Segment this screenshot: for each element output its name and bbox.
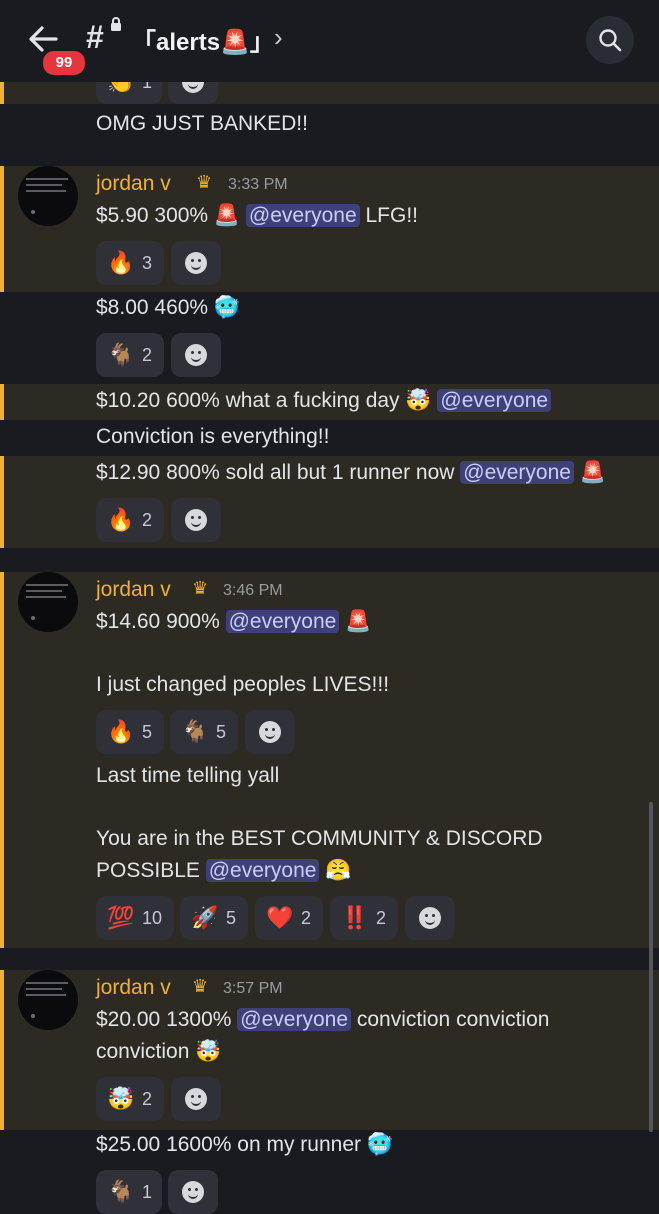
message-text: $14.60 900% @everyone 🚨 [96, 610, 372, 633]
reaction-emoji: ❤️ [266, 905, 294, 930]
channel-hash-icon: # [86, 19, 104, 55]
mention-everyone[interactable]: @everyone [437, 389, 552, 412]
reaction-button[interactable]: 🐐 1 [96, 1170, 162, 1214]
add-reaction-icon [185, 1088, 207, 1110]
reaction-emoji: 🔥 [107, 250, 135, 275]
reaction-button[interactable]: 🤯 2 [96, 1077, 164, 1121]
channel-header: 99 # 「alerts🚨」 › [0, 0, 659, 82]
reaction-button[interactable]: 🐐 2 [96, 333, 164, 377]
add-reaction-button[interactable] [171, 498, 221, 542]
crown-icon: ♛ [196, 172, 213, 192]
add-reaction-icon [185, 252, 207, 274]
username[interactable]: jordan v [96, 172, 171, 196]
mention-everyone[interactable]: @everyone [237, 1008, 352, 1031]
mention-everyone[interactable]: @everyone [225, 610, 340, 633]
message-text: OMG JUST BANKED!! [96, 112, 308, 135]
add-reaction-icon [185, 509, 207, 531]
reaction-button[interactable]: 💯 10 [96, 896, 174, 940]
unread-badge: 99 [40, 48, 88, 78]
search-icon [599, 29, 622, 52]
mention-everyone[interactable]: @everyone [245, 204, 360, 227]
group-spacer [0, 548, 659, 572]
message-text: POSSIBLE @everyone 😤 [96, 859, 352, 882]
crown-icon: ♛ [192, 578, 209, 598]
reaction-button[interactable]: ‼️ 2 [330, 896, 398, 940]
message-text: conviction 🤯 [96, 1040, 222, 1063]
reaction-count: 2 [142, 344, 153, 365]
add-reaction-button[interactable] [405, 896, 455, 940]
reaction-button[interactable]: 🔥 5 [96, 710, 164, 754]
add-reaction-icon [259, 721, 281, 743]
add-reaction-button[interactable] [245, 710, 295, 754]
reaction-count: 2 [142, 1088, 153, 1109]
message-text: $8.00 460% 🥶 [96, 296, 241, 319]
reaction-button[interactable]: 🔥 3 [96, 241, 164, 285]
add-reaction-button[interactable] [171, 1077, 221, 1121]
message-text: $12.90 800% sold all but 1 runner now @e… [96, 461, 606, 484]
reaction-emoji: 🐐 [181, 719, 209, 744]
message-text: $25.00 1600% on my runner 🥶 [96, 1133, 393, 1156]
timestamp: 3:57 PM [223, 980, 283, 997]
timestamp: 3:33 PM [228, 176, 288, 193]
reaction-button[interactable]: ❤️ 2 [255, 896, 323, 940]
message-text: $5.90 300% 🚨 @everyone LFG!! [96, 204, 418, 227]
reaction-emoji: 🚀 [191, 905, 219, 930]
message-text: $10.20 600% what a fucking day 🤯 @everyo… [96, 389, 552, 413]
avatar[interactable] [18, 572, 78, 632]
chevron-right-icon[interactable]: › [274, 22, 283, 53]
scrollbar[interactable] [649, 802, 653, 1132]
add-reaction-button[interactable] [168, 1170, 218, 1214]
message-text: You are in the BEST COMMUNITY & DISCORD [96, 827, 543, 850]
reaction-button[interactable]: 🔥 2 [96, 498, 164, 542]
reaction-emoji: 🐐 [107, 1179, 135, 1204]
reaction-count: 1 [142, 1181, 153, 1202]
reaction-emoji: 🤯 [107, 1086, 135, 1111]
timestamp: 3:46 PM [223, 582, 283, 599]
reaction-emoji: 🔥 [107, 719, 135, 744]
lock-icon [110, 17, 122, 34]
message-text: Conviction is everything!! [96, 425, 330, 448]
search-button[interactable] [586, 16, 634, 64]
reaction-emoji: 🔥 [107, 507, 135, 532]
username[interactable]: jordan v [96, 578, 171, 602]
reaction-count: 10 [142, 907, 163, 928]
reaction-emoji: 💯 [107, 905, 135, 930]
mention-everyone[interactable]: @everyone [205, 859, 320, 882]
reaction-count: 5 [216, 721, 227, 742]
mention-everyone[interactable]: @everyone [460, 461, 574, 484]
add-reaction-icon [419, 907, 441, 929]
reaction-button[interactable]: 🚀 5 [180, 896, 248, 940]
reaction-emoji: ‼️ [341, 905, 369, 930]
avatar[interactable] [18, 166, 78, 226]
reaction-emoji: 🐐 [107, 342, 135, 367]
reaction-count: 3 [142, 252, 153, 273]
reaction-count: 2 [142, 509, 153, 530]
add-reaction-button[interactable] [171, 241, 221, 285]
crown-icon: ♛ [192, 976, 209, 996]
group-spacer [0, 948, 659, 970]
reaction-button[interactable]: 🐐 5 [170, 710, 238, 754]
reaction-count: 2 [376, 907, 387, 928]
message-text: Last time telling yall [96, 764, 280, 787]
add-reaction-icon [185, 344, 207, 366]
message-text: $20.00 1300% @everyone conviction convic… [96, 1008, 550, 1031]
avatar[interactable] [18, 970, 78, 1030]
channel-name[interactable]: 「alerts🚨」 [132, 22, 274, 57]
add-reaction-button[interactable] [171, 333, 221, 377]
reaction-count: 2 [301, 907, 312, 928]
message-text: I just changed peoples LIVES!!! [96, 673, 390, 696]
reaction-count: 5 [226, 907, 237, 928]
reaction-count: 5 [142, 721, 153, 742]
username[interactable]: jordan v [96, 976, 171, 1000]
